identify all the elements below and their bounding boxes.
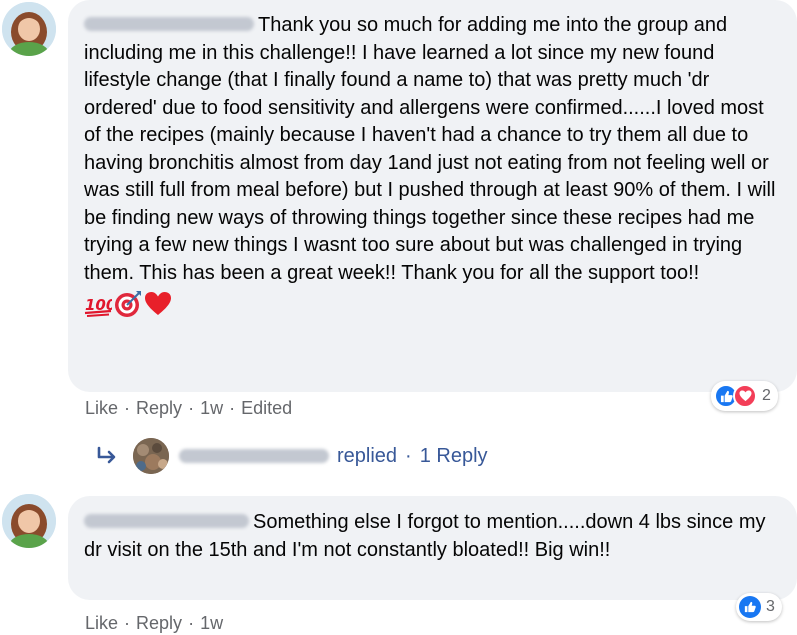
commenter-name-redacted[interactable] [84,16,254,31]
reply-arrow-icon [97,446,116,464]
commenter-avatar[interactable] [2,2,56,56]
like-reaction-icon [739,596,761,618]
separator-dot: · [188,398,195,418]
separator-dot: · [188,613,195,633]
replied-label[interactable]: replied [337,445,397,468]
timestamp-link[interactable]: 1w [200,398,223,418]
separator-dot: · [124,613,131,633]
love-reaction-icon [733,384,757,408]
reply-summary[interactable]: replied · 1 Reply [95,438,488,474]
reply-link[interactable]: Reply [136,613,182,633]
hundred-points-emoji: 100 [84,296,112,317]
separator-dot: · [405,444,412,467]
comment-actions: Like · Reply · 1w · Edited [85,398,292,419]
view-replies-link[interactable]: 1 Reply [420,445,488,468]
like-link[interactable]: Like [85,398,118,418]
comment-bubble: Thank you so much for adding me into the… [68,0,797,392]
edited-label[interactable]: Edited [241,398,292,418]
timestamp-link[interactable]: 1w [200,613,223,633]
comment-text: Thank you so much for adding me into the… [84,14,776,284]
comment-reactions[interactable]: 2 [711,381,778,411]
reaction-count: 3 [766,598,775,615]
comment-actions: Like · Reply · 1w [85,613,223,634]
commenter-name-redacted[interactable] [84,513,249,528]
separator-dot: · [229,398,236,418]
red-heart-emoji [145,292,171,315]
like-link[interactable]: Like [85,613,118,633]
direct-hit-emoji [115,291,141,317]
commenter-avatar[interactable] [2,494,56,548]
separator-dot: · [124,398,131,418]
replier-avatar[interactable] [133,438,169,474]
comment-emoji-row: 100 [84,289,783,319]
reply-link[interactable]: Reply [136,398,182,418]
reaction-count: 2 [762,387,771,404]
replier-name-redacted[interactable] [179,449,329,463]
comment-reactions[interactable]: 3 [736,593,782,621]
comment-bubble: Something else I forgot to mention.....d… [68,496,797,600]
